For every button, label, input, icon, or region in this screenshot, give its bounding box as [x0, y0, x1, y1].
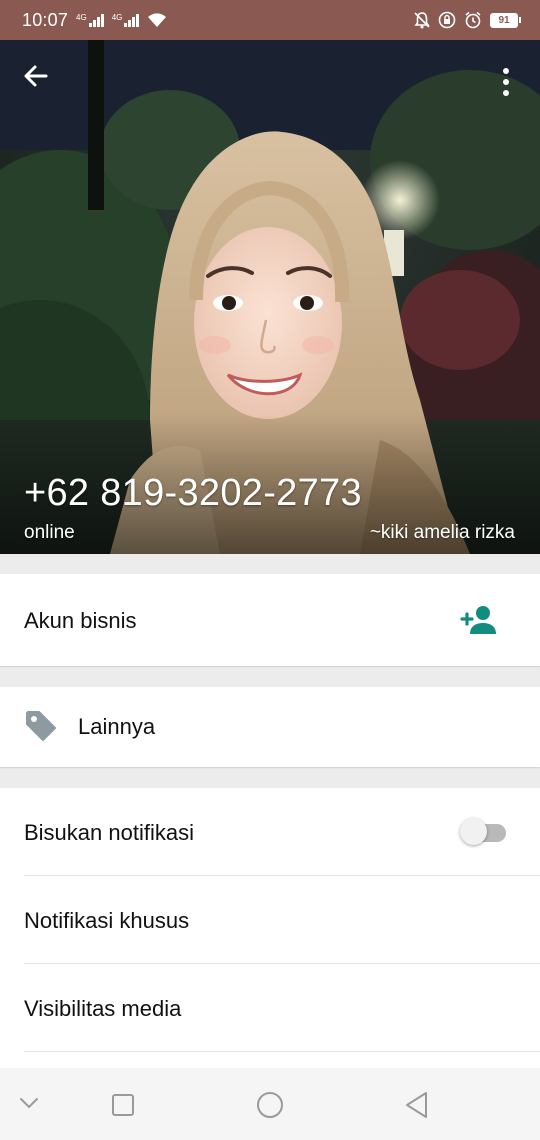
business-account-row[interactable]: Akun bisnis — [0, 574, 540, 666]
arrow-left-icon — [24, 65, 48, 87]
back-nav-button[interactable] — [402, 1090, 430, 1120]
status-time: 10:07 — [22, 9, 69, 30]
wifi-icon — [148, 13, 167, 27]
divider — [24, 1051, 540, 1052]
home-button[interactable] — [255, 1090, 285, 1120]
signal-label: 4G — [111, 12, 123, 22]
system-navigation-bar — [0, 1068, 540, 1140]
mute-notifications-row[interactable]: Bisukan notifikasi — [0, 788, 540, 876]
status-left: 10:07 4G 4G — [22, 10, 167, 31]
custom-notifications-row[interactable]: Notifikasi khusus — [0, 876, 540, 964]
media-visibility-label: Visibilitas media — [24, 996, 182, 1021]
more-vert-icon — [503, 68, 509, 74]
signal-label: 4G — [76, 12, 87, 22]
other-row[interactable]: Lainnya — [0, 687, 540, 767]
chevron-down-icon[interactable] — [18, 1096, 40, 1110]
business-account-label: Akun bisnis — [24, 608, 137, 633]
toggle-thumb — [460, 818, 487, 845]
profile-photo[interactable]: +62 819-3202-2773 online ~kiki amelia ri… — [0, 40, 540, 554]
mute-notifications-toggle[interactable] — [460, 818, 506, 845]
label-tag-icon — [26, 711, 56, 741]
mute-bell-icon — [414, 12, 430, 29]
contact-info-screen: 10:07 4G 4G 91 +62 819-3202-2773 online … — [0, 0, 540, 1140]
other-label: Lainnya — [78, 714, 156, 739]
online-status: online — [24, 522, 75, 543]
signal-icon: 4G — [111, 12, 140, 27]
mute-notifications-label: Bisukan notifikasi — [24, 820, 194, 845]
add-contact-button[interactable] — [460, 604, 498, 636]
recent-apps-button[interactable] — [110, 1092, 136, 1118]
media-visibility-row[interactable]: Visibilitas media — [0, 964, 540, 1052]
push-name: ~kiki amelia rizka — [369, 522, 515, 543]
signal-icon: 4G — [76, 12, 104, 27]
notification-settings-card: Bisukan notifikasi Notifikasi khusus Vis… — [0, 788, 540, 1078]
status-right: 91 — [414, 11, 521, 29]
person-add-icon — [460, 606, 496, 634]
alarm-icon — [465, 11, 481, 29]
contact-phone-number: +62 819-3202-2773 — [24, 472, 362, 514]
custom-notifications-label: Notifikasi khusus — [24, 908, 190, 933]
battery-icon: 91 — [490, 12, 521, 28]
back-button[interactable] — [22, 62, 62, 102]
lock-rotation-icon — [438, 11, 456, 29]
status-bar: 10:07 4G 4G 91 — [0, 0, 540, 40]
overflow-menu-button[interactable] — [492, 62, 520, 102]
